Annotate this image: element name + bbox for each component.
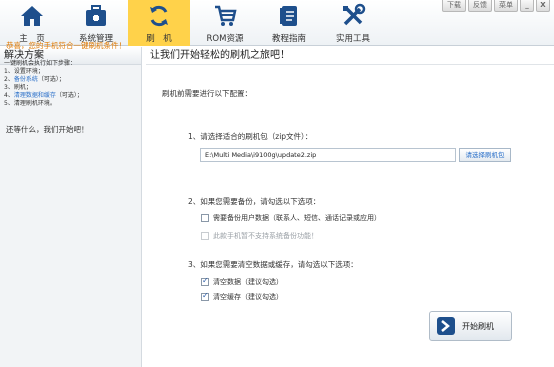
- clear-data-option[interactable]: 清空数据（建议勾选）: [201, 276, 283, 287]
- nav-label: 刷 机: [146, 34, 172, 44]
- step-item: 2、备份系统（可选）；: [4, 76, 65, 83]
- system-backup-option: 此款手机暂不支持系统备份功能！: [201, 231, 318, 241]
- step-3-label: 3、如果您需要清空数据或缓存，请勾选以下选项：: [188, 260, 358, 269]
- pick-package-button[interactable]: 请选择刷机包: [459, 148, 511, 162]
- system-backup-checkbox: [201, 232, 209, 240]
- nav-rom[interactable]: ROM资源: [196, 0, 254, 46]
- nav-tutorial[interactable]: 教程指南: [260, 0, 318, 46]
- page-title: 让我们开始轻松的刷机之旅吧！: [146, 47, 554, 65]
- book-icon: [280, 6, 297, 26]
- step-item: 1、设置环境；: [4, 68, 44, 75]
- start-flash-button[interactable]: 开始刷机: [429, 311, 512, 341]
- clear-data-checkbox[interactable]: [201, 276, 209, 286]
- steps-intro: 一键刷机会执行如下步骤：: [4, 60, 77, 67]
- step-1-label: 1、请选择适合的刷机包（zip文件）：: [188, 132, 313, 141]
- step-link: 清理数据和缓存: [13, 92, 56, 99]
- backup-checkbox[interactable]: [201, 214, 209, 222]
- config-intro: 刷机前需要进行以下配置：: [162, 89, 252, 98]
- clear-cache-label: 清空缓存（建议勾选）: [213, 293, 283, 301]
- menu-button[interactable]: 菜单: [494, 0, 518, 12]
- clear-cache-option[interactable]: 清空缓存（建议勾选）: [201, 291, 283, 302]
- congrats-message: 恭喜，您的手机符合一键刷机条件！: [6, 41, 126, 50]
- steps-list: 一键刷机会执行如下步骤： 1、设置环境； 2、备份系统（可选）； 3、刷机； 4…: [4, 60, 83, 108]
- close-button[interactable]: X: [536, 0, 550, 12]
- backup-option-label: 需要备份用户数据（联系人、短信、通话记录或应用）: [213, 214, 381, 222]
- step-item: 4、清理数据和缓存（可选）；: [4, 92, 83, 99]
- go-message: 还等什么，我们开始吧！: [6, 125, 89, 134]
- clear-cache-checkbox[interactable]: [201, 291, 209, 301]
- step-2-label: 2、如果您需要备份，请勾选以下选项：: [188, 197, 321, 206]
- clear-data-label: 清空数据（建议勾选）: [213, 278, 283, 286]
- toolbox-icon: [86, 5, 106, 26]
- system-backup-label: 此款手机暂不支持系统备份功能！: [213, 232, 318, 240]
- step-item: 3、刷机；: [4, 84, 32, 91]
- nav-label: 教程指南: [271, 34, 306, 44]
- start-flash-label: 开始刷机: [462, 321, 494, 331]
- step-link: 备份系统: [13, 76, 38, 83]
- zip-path-field[interactable]: E:\Multi Media\i9100g\update2.zip: [200, 148, 456, 162]
- window-controls: 下载 反馈 菜单 _ X: [442, 0, 550, 12]
- nav-label: ROM资源: [206, 34, 244, 44]
- nav-label: 实用工具: [335, 34, 370, 44]
- cart-icon: [215, 5, 237, 26]
- refresh-icon: [150, 5, 168, 27]
- download-button[interactable]: 下载: [442, 0, 466, 12]
- step-item: 5、清理刷机环境。: [4, 100, 56, 107]
- arrow-right-icon: [437, 317, 455, 335]
- nav-tools[interactable]: 实用工具: [324, 0, 382, 46]
- minimize-button[interactable]: _: [520, 0, 534, 12]
- tools-icon: [343, 3, 366, 26]
- nav-flash[interactable]: 刷 机: [128, 0, 190, 46]
- feedback-button[interactable]: 反馈: [468, 0, 492, 12]
- home-icon: [21, 6, 43, 26]
- backup-option[interactable]: 需要备份用户数据（联系人、短信、通话记录或应用）: [201, 213, 381, 223]
